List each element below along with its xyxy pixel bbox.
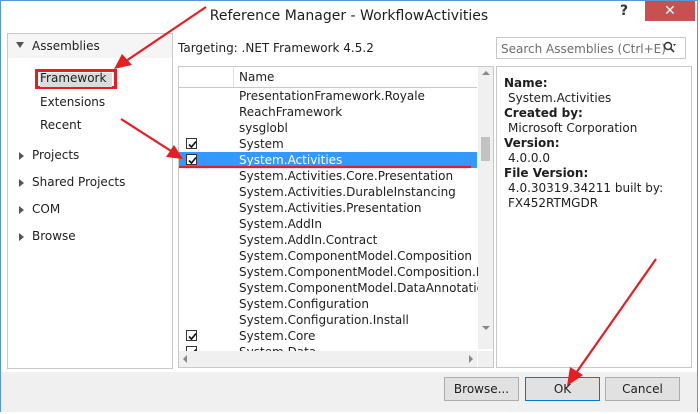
annotation-arrowhead-icon	[114, 54, 132, 69]
annotation-arrow-system-activities	[120, 118, 172, 152]
reference-manager-window: Reference Manager - WorkflowActivities ?…	[0, 0, 698, 412]
annotation-arrow-framework	[125, 6, 207, 62]
annotation-arrowhead-icon	[166, 145, 183, 159]
annotation-arrowhead-icon	[567, 367, 583, 386]
annotation-arrow-ok	[575, 258, 657, 374]
annotation-overlay	[114, 6, 657, 386]
